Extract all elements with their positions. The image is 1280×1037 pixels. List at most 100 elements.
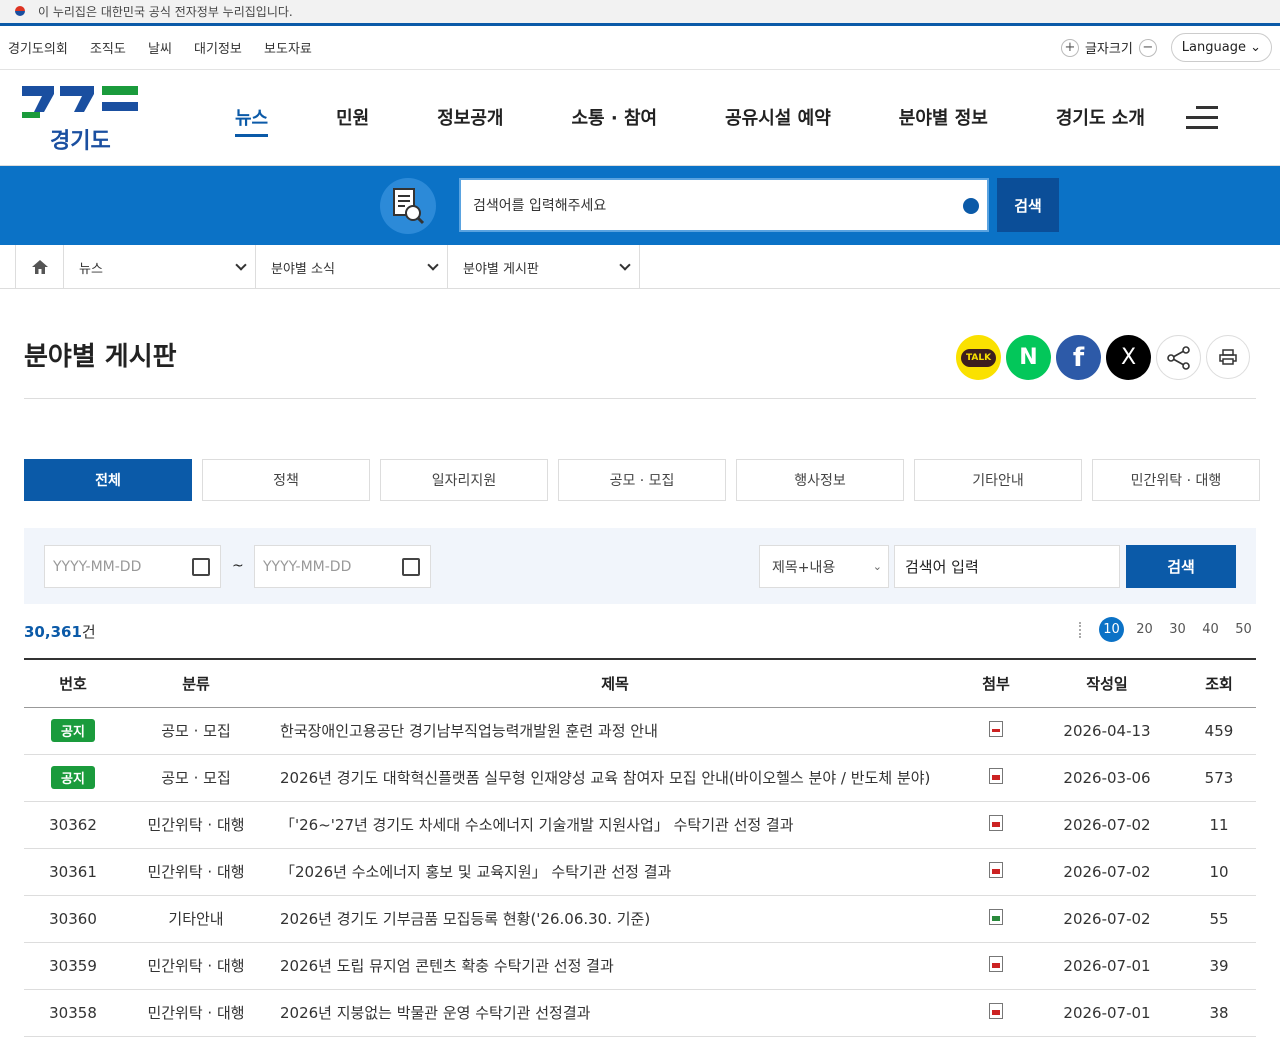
calendar-icon[interactable]	[192, 558, 210, 576]
row-attachment	[960, 707, 1032, 755]
util-link-council[interactable]: 경기도의회	[8, 42, 68, 57]
share-icon[interactable]	[1156, 335, 1201, 380]
util-link-org[interactable]: 조직도	[90, 42, 126, 57]
row-date: 2026-07-02	[1032, 848, 1182, 896]
chevron-down-icon: ⌄	[1250, 40, 1261, 55]
per-page-50[interactable]: 50	[1231, 617, 1256, 642]
gnb-item-info[interactable]: 정보공개	[437, 104, 503, 137]
row-no: 30358	[24, 989, 122, 1037]
row-no: 공지	[24, 707, 122, 755]
gnb-item-news[interactable]: 뉴스	[235, 104, 269, 137]
chevron-down-icon[interactable]	[963, 198, 979, 214]
row-no: 30362	[24, 801, 122, 849]
tab-jobs[interactable]: 일자리지원	[380, 459, 548, 501]
util-link-air[interactable]: 대기정보	[194, 42, 242, 57]
row-category: 공모 · 모집	[122, 754, 270, 802]
row-title-link[interactable]: 2026년 경기도 기부금품 모집등록 현황('26.06.30. 기준)	[270, 895, 960, 943]
menu-icon[interactable]	[1186, 106, 1218, 130]
home-icon[interactable]	[15, 245, 64, 289]
naver-share-icon[interactable]: N	[1006, 335, 1051, 380]
attachment-file-icon[interactable]	[989, 767, 1003, 784]
kakao-share-icon[interactable]: TALK	[956, 335, 1001, 380]
attachment-file-icon[interactable]	[989, 908, 1003, 925]
row-title-link[interactable]: 2026년 지붕없는 박물관 운영 수탁기관 선정결과	[270, 989, 960, 1037]
attachment-file-icon[interactable]	[989, 720, 1003, 737]
table-row[interactable]: 공지 공모 · 모집 한국장애인고용공단 경기남부직업능력개발원 훈련 과정 안내 2…	[24, 707, 1256, 755]
row-title-link[interactable]: 한국장애인고용공단 경기남부직업능력개발원 훈련 과정 안내	[270, 707, 960, 755]
category-tabs: 전체 정책 일자리지원 공모 · 모집 행사정보 기타안내 민간위탁 · 대행	[24, 459, 1260, 501]
end-date-input[interactable]: YYYY-MM-DD	[254, 545, 431, 588]
gnb-item-civil[interactable]: 민원	[336, 104, 369, 137]
table-row[interactable]: 30361 민간위탁 · 대행 「2026년 수소에너지 홍보 및 교육지원」 수탁…	[24, 848, 1256, 896]
main-search-button[interactable]: 검색	[997, 178, 1059, 232]
row-views: 11	[1182, 801, 1256, 849]
tab-policy[interactable]: 정책	[202, 459, 370, 501]
tab-other[interactable]: 기타안내	[914, 459, 1082, 501]
row-no: 30360	[24, 895, 122, 943]
start-date-placeholder: YYYY-MM-DD	[53, 558, 142, 575]
table-row[interactable]: 30358 민간위탁 · 대행 2026년 지붕없는 박물관 운영 수탁기관 선정결…	[24, 989, 1256, 1037]
x-share-icon[interactable]: X	[1106, 335, 1151, 380]
breadcrumb: 뉴스 분야별 소식 분야별 게시판	[0, 245, 1280, 289]
tab-all[interactable]: 전체	[24, 459, 192, 501]
breadcrumb-news[interactable]: 뉴스	[64, 245, 256, 289]
keyword-placeholder: 검색어 입력	[905, 558, 979, 576]
gnb-item-reservation[interactable]: 공유시설 예약	[725, 104, 831, 137]
tab-events[interactable]: 행사정보	[736, 459, 904, 501]
chevron-down-icon	[619, 259, 631, 271]
row-category: 민간위탁 · 대행	[122, 848, 270, 896]
naver-label: N	[1019, 345, 1038, 370]
end-date-placeholder: YYYY-MM-DD	[263, 558, 352, 575]
util-link-press[interactable]: 보도자료	[264, 42, 312, 57]
breadcrumb-field-board[interactable]: 분야별 게시판	[448, 245, 640, 289]
row-date: 2026-07-02	[1032, 801, 1182, 849]
row-category: 기타안내	[122, 895, 270, 943]
tab-consignment[interactable]: 민간위탁 · 대행	[1092, 459, 1260, 501]
document-search-icon	[380, 178, 436, 234]
row-title-link[interactable]: 「'26~'27년 경기도 차세대 수소에너지 기술개발 지원사업」 수탁기관 …	[270, 801, 960, 849]
filter-search-button[interactable]: 검색	[1126, 545, 1236, 588]
table-row[interactable]: 30359 민간위탁 · 대행 2026년 도립 뮤지엄 콘텐츠 확충 수탁기관 선…	[24, 942, 1256, 990]
facebook-share-icon[interactable]: f	[1056, 335, 1101, 380]
row-date: 2026-03-06	[1032, 754, 1182, 802]
row-attachment	[960, 801, 1032, 849]
util-link-weather[interactable]: 날씨	[148, 42, 172, 57]
tab-recruit[interactable]: 공모 · 모집	[558, 459, 726, 501]
search-filter: YYYY-MM-DD ~ YYYY-MM-DD 제목+내용 ⌄ 검색어 입력 검…	[24, 528, 1256, 604]
breadcrumb-field-news[interactable]: 분야별 소식	[256, 245, 448, 289]
table-row[interactable]: 30360 기타안내 2026년 경기도 기부금품 모집등록 현황('26.06.3…	[24, 895, 1256, 943]
gnb-item-participation[interactable]: 소통 · 참여	[572, 104, 658, 137]
row-title-link[interactable]: 2026년 경기도 대학혁신플랫폼 실무형 인재양성 교육 참여자 모집 안내(…	[270, 754, 960, 802]
attachment-file-icon[interactable]	[989, 814, 1003, 831]
row-title-link[interactable]: 2026년 도립 뮤지엄 콘텐츠 확충 수탁기관 선정 결과	[270, 942, 960, 990]
row-views: 459	[1182, 707, 1256, 755]
col-date: 작성일	[1032, 658, 1182, 708]
font-decrease-icon[interactable]: −	[1138, 38, 1157, 57]
attachment-file-icon[interactable]	[989, 955, 1003, 972]
row-date: 2026-07-01	[1032, 942, 1182, 990]
font-increase-icon[interactable]: +	[1060, 38, 1079, 57]
calendar-icon[interactable]	[402, 558, 420, 576]
row-title-link[interactable]: 「2026년 수소에너지 홍보 및 교육지원」 수탁기관 선정 결과	[270, 848, 960, 896]
col-attachment: 첨부	[960, 658, 1032, 708]
per-page-20[interactable]: 20	[1132, 617, 1157, 642]
main-search-placeholder: 검색어를 입력해주세요	[473, 198, 607, 214]
table-row[interactable]: 공지 공모 · 모집 2026년 경기도 대학혁신플랫폼 실무형 인재양성 교육 참…	[24, 754, 1256, 802]
gov-banner: 이 누리집은 대한민국 공식 전자정부 누리집입니다.	[0, 0, 1280, 26]
gnb-item-about[interactable]: 경기도 소개	[1056, 104, 1145, 137]
attachment-file-icon[interactable]	[989, 861, 1003, 878]
gnb-item-field-info[interactable]: 분야별 정보	[899, 104, 988, 137]
table-row[interactable]: 30362 민간위탁 · 대행 「'26~'27년 경기도 차세대 수소에너지 기술…	[24, 801, 1256, 849]
print-icon[interactable]	[1206, 335, 1250, 379]
per-page-30[interactable]: 30	[1165, 617, 1190, 642]
main-search-input[interactable]: 검색어를 입력해주세요	[459, 178, 989, 232]
per-page-10[interactable]: 10	[1099, 617, 1124, 642]
per-page-40[interactable]: 40	[1198, 617, 1223, 642]
search-scope-select[interactable]: 제목+내용 ⌄	[759, 545, 889, 588]
gyeonggi-logo[interactable]: 경기도	[22, 82, 140, 154]
start-date-input[interactable]: YYYY-MM-DD	[44, 545, 221, 588]
attachment-file-icon[interactable]	[989, 1002, 1003, 1019]
keyword-input[interactable]: 검색어 입력	[894, 545, 1120, 588]
language-select[interactable]: Language ⌄	[1170, 33, 1272, 62]
row-date: 2026-07-01	[1032, 989, 1182, 1037]
